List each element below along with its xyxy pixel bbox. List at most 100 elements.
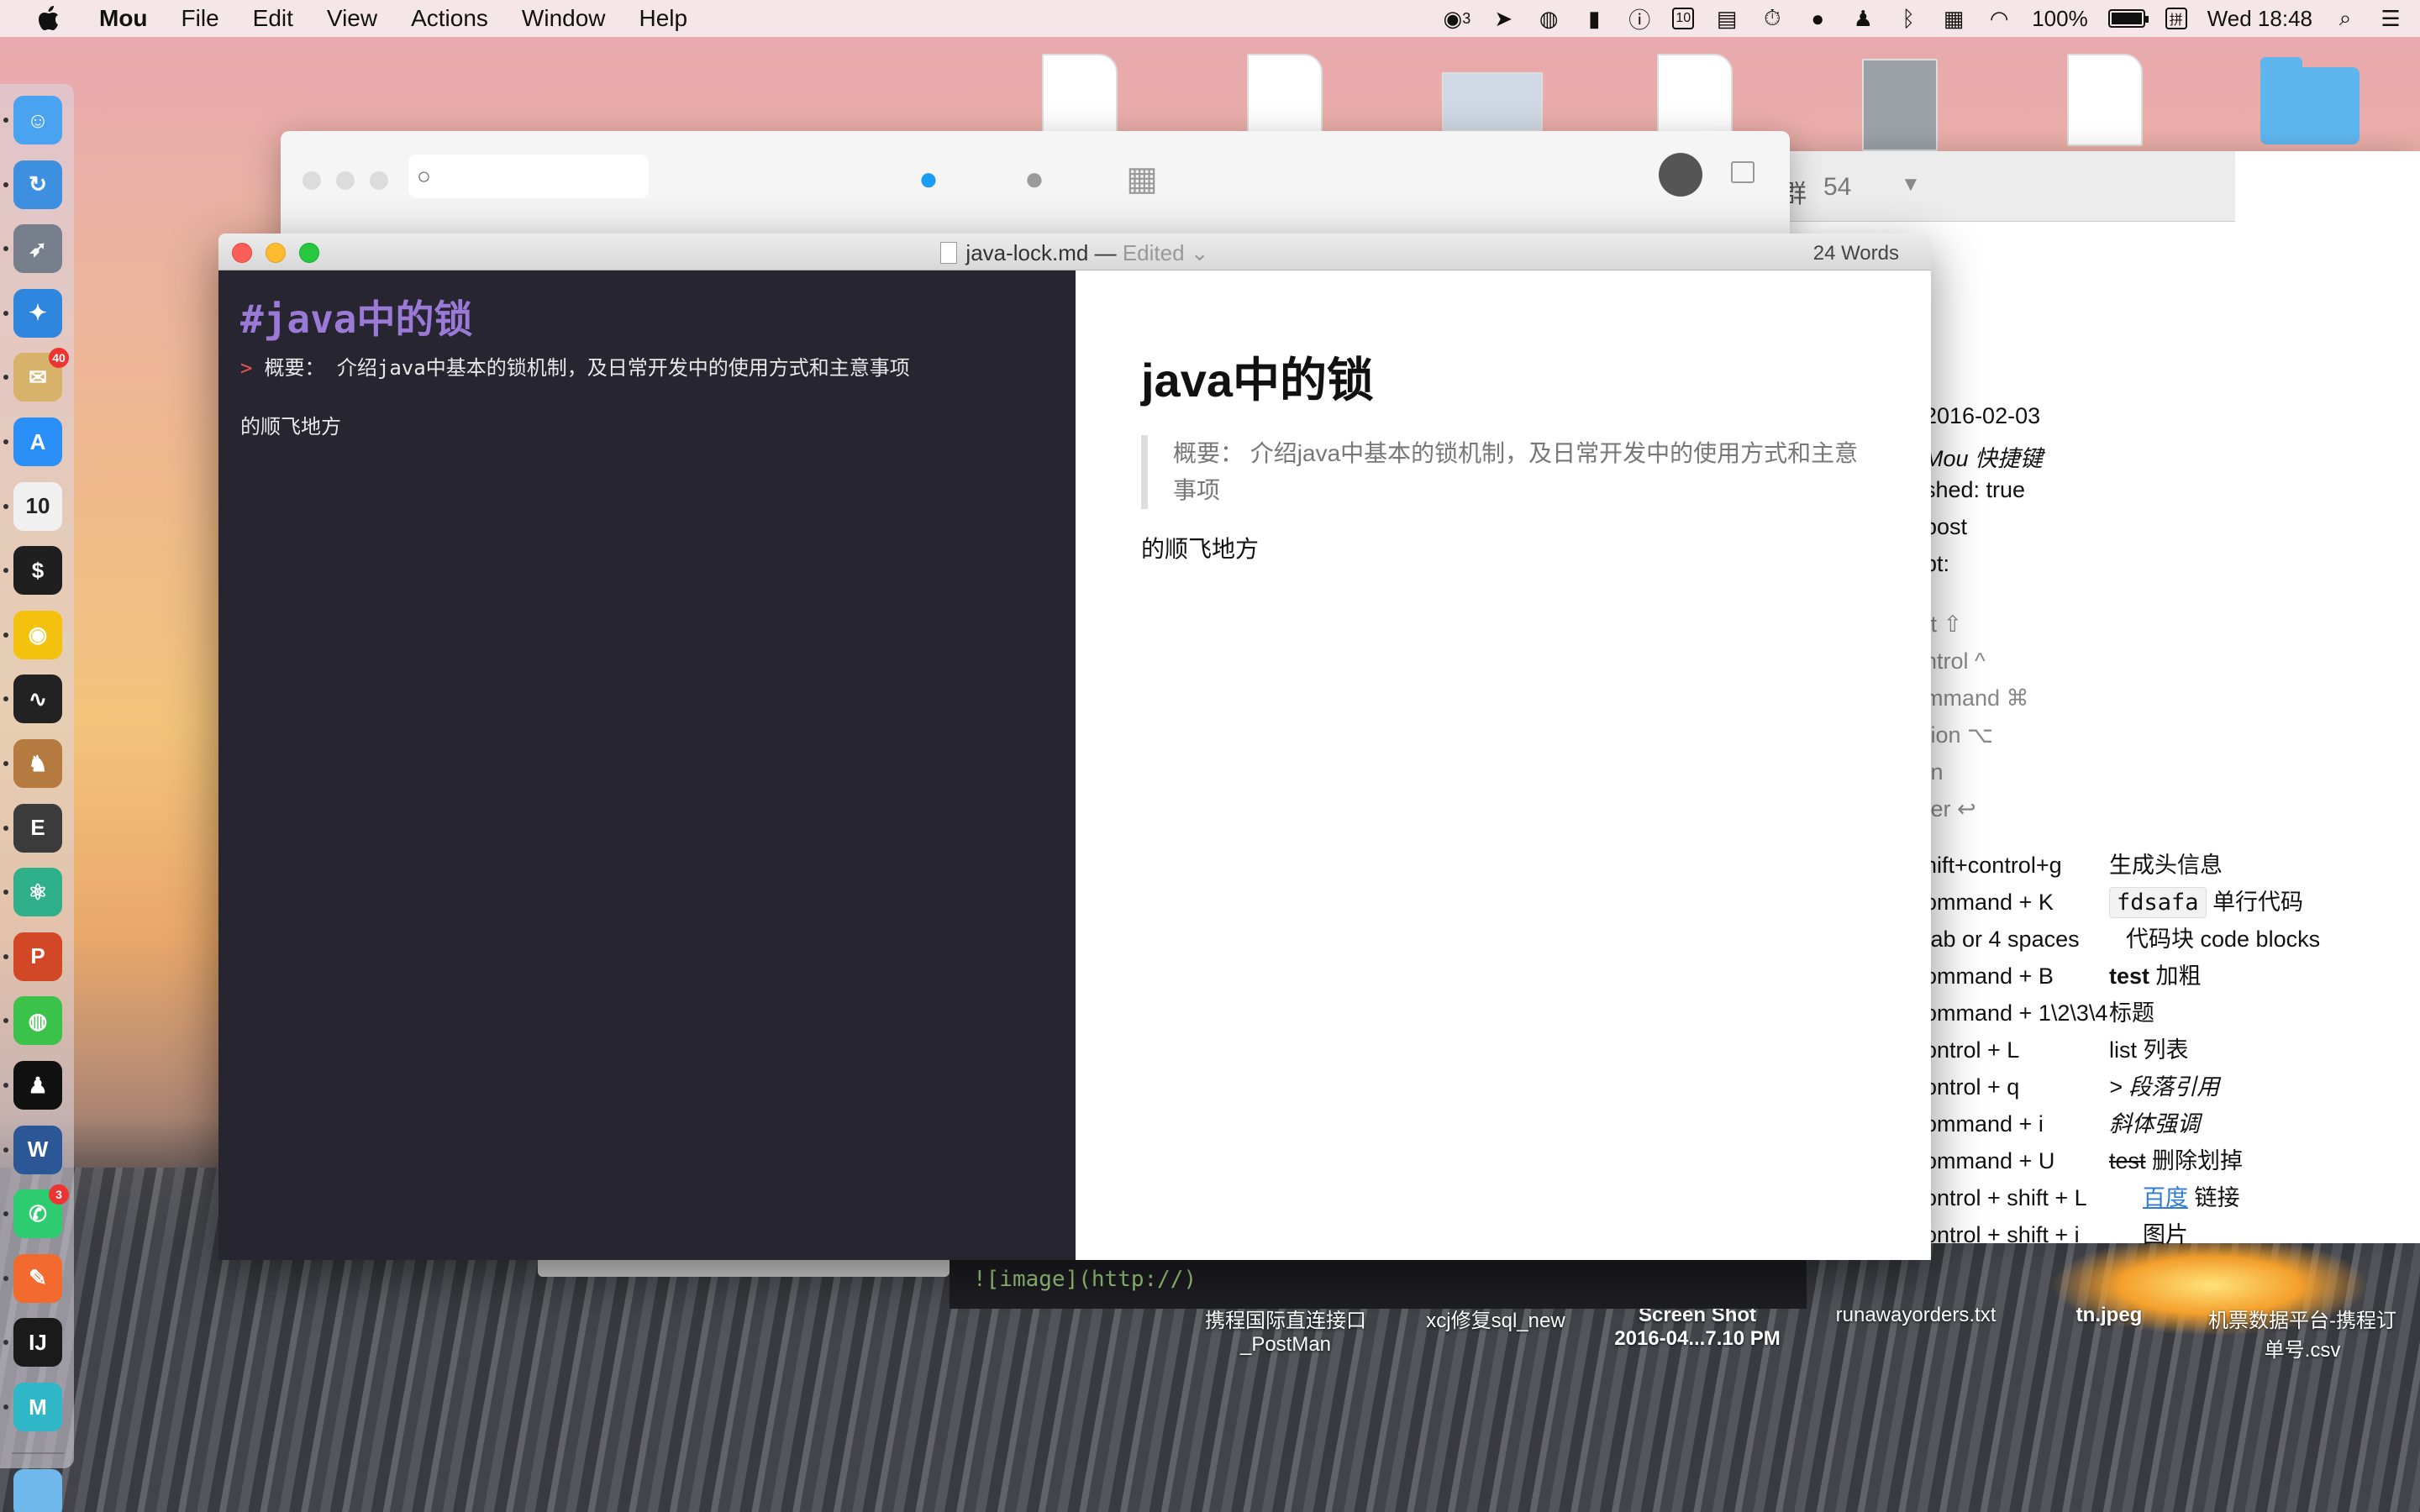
- desktop-label-3[interactable]: Screen Shot 2016-04...7.10 PM: [1597, 1304, 1798, 1351]
- activity-monitor-icon[interactable]: ∿: [13, 675, 62, 724]
- link-sample[interactable]: 百度: [2143, 1185, 2188, 1210]
- app-store-icon[interactable]: A: [13, 417, 62, 466]
- dock-badge: 3: [49, 1184, 69, 1205]
- spotlight-search-icon[interactable]: ⌕: [2333, 5, 2358, 31]
- apple-menu-icon[interactable]: [32, 0, 66, 37]
- apps-grid-icon[interactable]: ▦: [1119, 156, 1165, 202]
- inline-code-sample: fdsafa: [2109, 887, 2207, 918]
- chevron-down-icon[interactable]: ⌄: [1185, 240, 1209, 265]
- info-icon[interactable]: ⓘ: [1627, 6, 1652, 33]
- menu-actions[interactable]: Actions: [411, 5, 488, 32]
- menu-window[interactable]: Window: [522, 5, 606, 32]
- qq-status-icon[interactable]: ♟: [1850, 6, 1876, 31]
- desktop-label-line: runawayorders.txt: [1835, 1304, 1996, 1326]
- group-count: 54: [1823, 173, 1852, 201]
- finder-icon[interactable]: ☺: [13, 96, 62, 144]
- desktop-label-6[interactable]: 机票数据平台-携程订 单号.csv: [2185, 1304, 2420, 1362]
- launchpad-icon[interactable]: ➶: [13, 224, 62, 274]
- bookmark-icon[interactable]: ▮: [1581, 6, 1607, 31]
- contacts-icon[interactable]: ●: [1012, 156, 1057, 202]
- migration-icon[interactable]: ↻: [13, 160, 62, 209]
- messaging-window[interactable]: ○ ● ● ▦: [281, 131, 1790, 249]
- close-button[interactable]: [302, 171, 321, 190]
- battery-icon[interactable]: [2107, 9, 2149, 28]
- mail-icon[interactable]: ✉ 40: [13, 348, 69, 402]
- menu-view[interactable]: View: [327, 5, 377, 32]
- eclipse-icon[interactable]: E: [13, 803, 62, 853]
- safari-icon[interactable]: ✦: [13, 288, 62, 338]
- downloads-folder-icon[interactable]: [13, 1468, 62, 1512]
- hat-icon[interactable]: ●: [1805, 6, 1830, 31]
- document-title[interactable]: java-lock.md — Edited ⌄: [218, 240, 1931, 266]
- editor-paragraph: 的顺飞地方: [240, 415, 341, 438]
- markdown-editor[interactable]: #java中的锁 > 概要： 介绍java中基本的锁机制，及日常开发中的使用方式和…: [218, 270, 1076, 1260]
- atom-icon[interactable]: ⚛: [13, 868, 62, 917]
- input-method-icon[interactable]: 拼: [2165, 8, 2187, 29]
- shortcut-description: 代码块 code blocks: [2126, 927, 2321, 952]
- intellij-icon[interactable]: IJ: [13, 1318, 62, 1368]
- desktop-label-1[interactable]: 携程国际直连接口 _PostMan: [1168, 1304, 1403, 1357]
- messaging-search-input[interactable]: ○: [408, 155, 649, 198]
- editor-blockquote-text: 概要： 介绍java中基本的锁机制，及日常开发中的使用方式和主意事项: [264, 356, 910, 380]
- calendar-status-icon[interactable]: 10: [1672, 8, 1695, 29]
- timer-icon[interactable]: ⏱: [1760, 5, 1785, 31]
- shortcut-description: 加粗: [2155, 963, 2202, 989]
- mou-icon[interactable]: M: [13, 1383, 62, 1431]
- zoom-button[interactable]: [370, 171, 388, 190]
- right-doc-line: Mou 快捷键: [1924, 446, 2044, 471]
- dock-running-indicator: [3, 310, 8, 316]
- avatar[interactable]: [1659, 153, 1702, 197]
- calendar-icon[interactable]: 10: [13, 481, 62, 531]
- clock[interactable]: Wed 18:48: [2207, 6, 2312, 32]
- sequel-icon[interactable]: ♞: [13, 739, 62, 788]
- desktop-image-thumb[interactable]: [1862, 59, 1938, 151]
- notification-center-icon[interactable]: ☰: [2378, 6, 2403, 31]
- shortcut-key: ontrol + L: [1924, 1037, 2020, 1063]
- bluetooth-icon[interactable]: ᛒ: [1896, 6, 1921, 31]
- display-icon[interactable]: ▤: [1714, 6, 1739, 31]
- desktop-label-4[interactable]: runawayorders.txt: [1798, 1304, 2033, 1327]
- powerpoint-icon[interactable]: P: [13, 932, 62, 981]
- shortcut-key: ommand + K: [1924, 890, 2054, 915]
- menu-help[interactable]: Help: [639, 5, 688, 32]
- desktop-label-line: tn.jpeg: [2075, 1304, 2143, 1326]
- qq-icon[interactable]: ♟: [13, 1061, 62, 1110]
- wechat-status-icon[interactable]: ◍: [1536, 6, 1561, 31]
- folder-icon[interactable]: [2260, 57, 2360, 144]
- battery-percent[interactable]: 100%: [2032, 6, 2088, 32]
- desktop-label-5[interactable]: tn.jpeg: [2017, 1304, 2202, 1327]
- italic-sample: > 段落引用: [2109, 1074, 2220, 1100]
- menu-app-name[interactable]: Mou: [99, 5, 148, 32]
- title-separator: —: [1094, 240, 1117, 265]
- telegram-icon[interactable]: ➤: [1491, 6, 1516, 31]
- keyboard-icon[interactable]: ▦: [1941, 6, 1966, 31]
- word-icon[interactable]: W: [13, 1125, 62, 1174]
- strike-sample: test: [2109, 1148, 2146, 1173]
- dock-running-indicator: [3, 825, 8, 831]
- shortcut-description: 单行代码: [2212, 890, 2304, 915]
- menu-file[interactable]: File: [182, 5, 219, 32]
- pencil-app-icon[interactable]: ✎: [13, 1253, 62, 1303]
- calendar-status-day: 10: [1676, 11, 1691, 25]
- desktop-file-csv[interactable]: [2067, 54, 2143, 146]
- sidebar-toggle-icon[interactable]: [1731, 161, 1754, 183]
- wifi-icon[interactable]: ◠: [1986, 6, 2012, 31]
- chat-bubble-icon[interactable]: ●: [906, 156, 951, 202]
- chrome-icon[interactable]: ◉: [13, 610, 62, 659]
- right-doc-line: mmand ⌘: [1924, 685, 2029, 711]
- dock-badge: 40: [49, 348, 69, 369]
- menu-edit[interactable]: Edit: [253, 5, 293, 32]
- blockquote-marker: >: [240, 356, 253, 380]
- phone-icon[interactable]: ✆ 3: [13, 1184, 69, 1239]
- desktop-screenshot-thumb[interactable]: [1442, 72, 1543, 131]
- terminal-icon[interactable]: $: [13, 546, 62, 596]
- dropdown-chevron-icon[interactable]: ▼: [1901, 173, 1921, 197]
- dock-running-indicator: [3, 696, 8, 702]
- notification-app-icon[interactable]: ◉ 3: [1444, 6, 1471, 31]
- terminal-text: ![image](http://): [973, 1267, 1197, 1292]
- wechat-icon[interactable]: ◍: [13, 996, 62, 1046]
- dock-running-indicator: [3, 1211, 8, 1217]
- minimize-button[interactable]: [336, 171, 355, 190]
- search-icon: ○: [417, 163, 431, 189]
- shortcut-description: 链接: [2194, 1185, 2240, 1210]
